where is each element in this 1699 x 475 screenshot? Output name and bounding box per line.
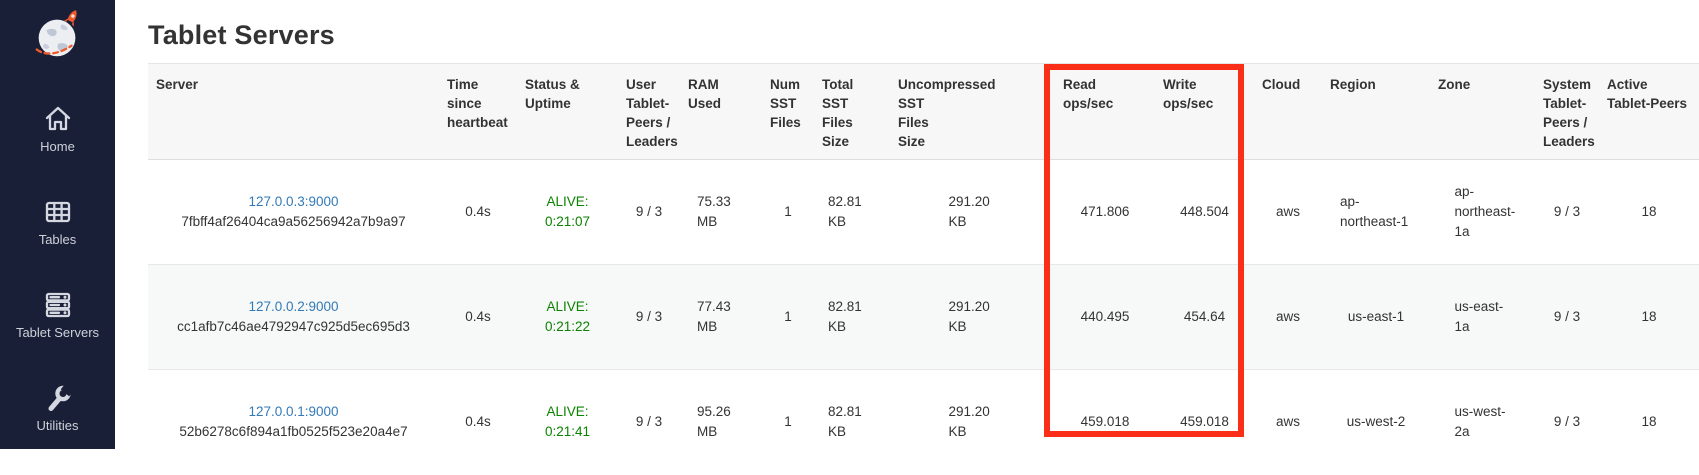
- yugabyte-logo[interactable]: [29, 7, 87, 65]
- read-ops-cell: 471.806: [1055, 160, 1155, 265]
- col-header-region: Region: [1322, 64, 1430, 160]
- sidebar-nav: Home Tables: [0, 103, 115, 475]
- server-uuid: cc1afb7c46ae4792947c925d5ec695d3: [156, 317, 431, 337]
- col-header-heartbeat: Time since heartbeat: [439, 64, 517, 160]
- uncompressed-sst-cell: 291.20 KB: [890, 265, 1055, 370]
- server-cell: 127.0.0.3:9000 7fbff4af26404ca9a56256942…: [148, 160, 439, 265]
- sidebar-item-home[interactable]: Home: [0, 103, 115, 154]
- col-header-system-peers: System Tablet-Peers / Leaders: [1535, 64, 1599, 160]
- zone-cell: us-west-2a: [1430, 370, 1535, 475]
- region-cell: us-east-1: [1322, 265, 1430, 370]
- user-peers-cell: 9 / 3: [618, 265, 680, 370]
- heartbeat-cell: 0.4s: [439, 160, 517, 265]
- num-sst-cell: 1: [762, 370, 814, 475]
- table-row: 127.0.0.2:9000 cc1afb7c46ae4792947c925d5…: [148, 265, 1699, 370]
- active-peers-cell: 18: [1599, 265, 1699, 370]
- heartbeat-cell: 0.4s: [439, 265, 517, 370]
- server-cell: 127.0.0.2:9000 cc1afb7c46ae4792947c925d5…: [148, 265, 439, 370]
- sidebar: Home Tables: [0, 0, 115, 449]
- active-peers-cell: 18: [1599, 370, 1699, 475]
- col-header-ram: RAM Used: [680, 64, 762, 160]
- status-uptime: 0:21:22: [525, 317, 610, 337]
- server-link[interactable]: 127.0.0.1:9000: [248, 404, 338, 419]
- sidebar-item-label: Tablet Servers: [16, 325, 99, 340]
- home-icon: [43, 103, 73, 135]
- col-header-zone: Zone: [1430, 64, 1535, 160]
- table-row: 127.0.0.1:9000 52b6278c6f894a1fb0525f523…: [148, 370, 1699, 475]
- num-sst-cell: 1: [762, 160, 814, 265]
- read-ops-cell: 440.495: [1055, 265, 1155, 370]
- ram-cell: 95.26 MB: [680, 370, 762, 475]
- col-header-user-peers: User Tablet-Peers / Leaders: [618, 64, 680, 160]
- user-peers-cell: 9 / 3: [618, 370, 680, 475]
- table-row: 127.0.0.3:9000 7fbff4af26404ca9a56256942…: [148, 160, 1699, 265]
- col-header-write-ops: Write ops/sec: [1155, 64, 1254, 160]
- tablet-servers-icon: [43, 289, 73, 321]
- table-header-row: Server Time since heartbeat Status & Upt…: [148, 64, 1699, 160]
- status-cell: ALIVE: 0:21:07: [517, 160, 618, 265]
- col-header-active-peers: Active Tablet-Peers: [1599, 64, 1699, 160]
- heartbeat-cell: 0.4s: [439, 370, 517, 475]
- sidebar-item-tables[interactable]: Tables: [0, 196, 115, 247]
- cloud-cell: aws: [1254, 370, 1322, 475]
- utilities-icon: [43, 382, 73, 414]
- system-peers-cell: 9 / 3: [1535, 160, 1599, 265]
- active-peers-cell: 18: [1599, 160, 1699, 265]
- uncompressed-sst-cell: 291.20 KB: [890, 370, 1055, 475]
- cloud-cell: aws: [1254, 160, 1322, 265]
- server-cell: 127.0.0.1:9000 52b6278c6f894a1fb0525f523…: [148, 370, 439, 475]
- sidebar-item-label: Utilities: [37, 418, 79, 433]
- server-uuid: 52b6278c6f894a1fb0525f523e20a4e7: [156, 422, 431, 442]
- page-title: Tablet Servers: [148, 20, 1699, 51]
- cloud-cell: aws: [1254, 265, 1322, 370]
- sidebar-item-label: Home: [40, 139, 75, 154]
- main-content: Tablet Servers Server Time since heartbe…: [115, 0, 1699, 449]
- col-header-total-sst: Total SST Files Size: [814, 64, 890, 160]
- status-uptime: 0:21:07: [525, 212, 610, 232]
- col-header-uncompressed-sst: Uncompressed SST Files Size: [890, 64, 1055, 160]
- tablet-servers-table: Server Time since heartbeat Status & Upt…: [148, 63, 1699, 475]
- server-uuid: 7fbff4af26404ca9a56256942a7b9a97: [156, 212, 431, 232]
- system-peers-cell: 9 / 3: [1535, 265, 1599, 370]
- col-header-status: Status & Uptime: [517, 64, 618, 160]
- globe-rocket-logo-icon: [29, 7, 87, 65]
- col-header-cloud: Cloud: [1254, 64, 1322, 160]
- col-header-server: Server: [148, 64, 439, 160]
- write-ops-cell: 459.018: [1155, 370, 1254, 475]
- ram-cell: 77.43 MB: [680, 265, 762, 370]
- uncompressed-sst-cell: 291.20 KB: [890, 160, 1055, 265]
- server-link[interactable]: 127.0.0.3:9000: [248, 194, 338, 209]
- zone-cell: us-east-1a: [1430, 265, 1535, 370]
- status-alive: ALIVE:: [525, 192, 610, 212]
- region-cell: ap-northeast-1: [1322, 160, 1430, 265]
- total-sst-cell: 82.81 KB: [814, 265, 890, 370]
- col-header-read-ops: Read ops/sec: [1055, 64, 1155, 160]
- system-peers-cell: 9 / 3: [1535, 370, 1599, 475]
- read-ops-cell: 459.018: [1055, 370, 1155, 475]
- user-peers-cell: 9 / 3: [618, 160, 680, 265]
- sidebar-item-label: Tables: [39, 232, 77, 247]
- server-link[interactable]: 127.0.0.2:9000: [248, 299, 338, 314]
- sidebar-item-utilities[interactable]: Utilities: [0, 382, 115, 433]
- total-sst-cell: 82.81 KB: [814, 370, 890, 475]
- sidebar-item-tablet-servers[interactable]: Tablet Servers: [0, 289, 115, 340]
- ram-cell: 75.33 MB: [680, 160, 762, 265]
- status-alive: ALIVE:: [525, 297, 610, 317]
- total-sst-cell: 82.81 KB: [814, 160, 890, 265]
- write-ops-cell: 448.504: [1155, 160, 1254, 265]
- region-cell: us-west-2: [1322, 370, 1430, 475]
- write-ops-cell: 454.64: [1155, 265, 1254, 370]
- zone-cell: ap-northeast-1a: [1430, 160, 1535, 265]
- tables-icon: [43, 196, 73, 228]
- status-uptime: 0:21:41: [525, 422, 610, 442]
- status-cell: ALIVE: 0:21:22: [517, 265, 618, 370]
- status-cell: ALIVE: 0:21:41: [517, 370, 618, 475]
- status-alive: ALIVE:: [525, 402, 610, 422]
- num-sst-cell: 1: [762, 265, 814, 370]
- col-header-num-sst: Num SST Files: [762, 64, 814, 160]
